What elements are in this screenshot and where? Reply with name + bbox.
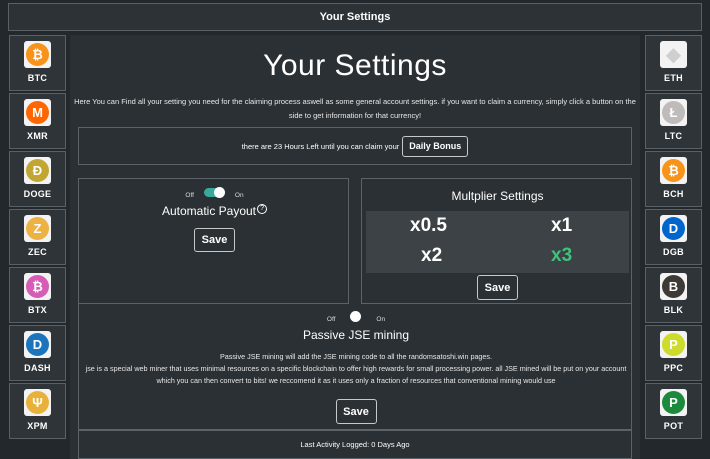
digibyte-icon: D bbox=[662, 217, 685, 240]
multiplier-option[interactable]: x0.5 bbox=[410, 215, 447, 237]
dogecoin-icon: Ð bbox=[26, 159, 49, 182]
coin-label: XMR bbox=[27, 131, 48, 141]
page-title: Your Settings bbox=[263, 49, 447, 82]
jse-on-label: On bbox=[376, 316, 386, 323]
question-circle-icon[interactable]: ? bbox=[257, 204, 268, 214]
coin-label: DOGE bbox=[23, 189, 52, 199]
jse-save-button[interactable]: Save bbox=[335, 399, 377, 424]
multiplier-option[interactable]: x3 bbox=[551, 245, 572, 267]
litecoin-icon: Ł bbox=[662, 101, 685, 124]
coin-button-xpm[interactable]: Ψ XPM bbox=[9, 383, 66, 439]
primecoin-icon: Ψ bbox=[26, 391, 49, 414]
left-coin-sidebar: ₿ BTC M XMR Ð DOGE Z ZEC ₿ BTX D DASH Ψ XPM bbox=[9, 35, 66, 441]
coin-button-dgb[interactable]: D DGB bbox=[645, 209, 702, 265]
multiplier-settings-box: Multplier Settings x0.5 x1 x2 x3 Save bbox=[361, 178, 632, 304]
coin-button-zec[interactable]: Z ZEC bbox=[9, 209, 66, 265]
multiplier-option[interactable]: x1 bbox=[551, 215, 572, 237]
coin-label: DGB bbox=[663, 247, 684, 257]
intro-text: Here You can Find all your setting you n… bbox=[74, 97, 636, 120]
coin-button-dash[interactable]: D DASH bbox=[9, 325, 66, 381]
coin-button-bch[interactable]: ₿ BCH bbox=[645, 151, 702, 207]
multiplier-options: x0.5 x1 x2 x3 bbox=[366, 211, 629, 273]
coin-label: BTC bbox=[27, 73, 48, 83]
peercoin-icon: P bbox=[662, 333, 685, 356]
coin-button-doge[interactable]: Ð DOGE bbox=[9, 151, 66, 207]
multiplier-save-button[interactable]: Save bbox=[477, 275, 518, 300]
blackcoin-icon: B bbox=[662, 275, 685, 298]
coin-label: XPM bbox=[27, 421, 48, 431]
jse-description-line2: jse is a special web miner that uses min… bbox=[85, 364, 627, 385]
coin-button-btx[interactable]: ₿ BTX bbox=[9, 267, 66, 323]
coin-label: ZEC bbox=[28, 247, 47, 257]
coin-label: POT bbox=[663, 421, 684, 431]
payout-save-button[interactable]: Save bbox=[194, 228, 235, 252]
coin-button-xmr[interactable]: M XMR bbox=[9, 93, 66, 149]
bitcoin-cash-icon: ₿ bbox=[662, 159, 685, 182]
payout-off-label: Off bbox=[185, 192, 194, 199]
monero-icon: M bbox=[26, 101, 49, 124]
zcash-icon: Z bbox=[26, 217, 49, 240]
bonus-countdown-text: there are 23 Hours Left until you can cl… bbox=[241, 141, 400, 151]
bitcore-icon: ₿ bbox=[26, 275, 49, 298]
jse-title: Passive JSE mining bbox=[302, 328, 410, 342]
bitcoin-icon: ₿ bbox=[26, 43, 49, 66]
coin-label: ETH bbox=[664, 73, 683, 83]
daily-bonus-button[interactable]: Daily Bonus bbox=[402, 135, 469, 157]
automatic-payout-box: Off On Automatic Payout? Save bbox=[78, 178, 349, 304]
coin-label: DASH bbox=[24, 363, 51, 373]
payout-on-label: On bbox=[234, 192, 244, 199]
jse-off-label: Off bbox=[326, 316, 336, 323]
payout-toggle[interactable] bbox=[204, 187, 226, 199]
multiplier-option[interactable]: x2 bbox=[421, 245, 442, 267]
top-bar: Your Settings bbox=[8, 3, 702, 31]
right-coin-sidebar: ◆ ETH Ł LTC ₿ BCH D DGB B BLK P PPC P POT bbox=[645, 35, 702, 441]
coin-button-btc[interactable]: ₿ BTC bbox=[9, 35, 66, 91]
multiplier-title: Multplier Settings bbox=[451, 189, 544, 203]
settings-panel: Your Settings Here You can Find all your… bbox=[70, 35, 640, 459]
coin-label: BLK bbox=[663, 305, 684, 315]
activity-footer: Last Activity Logged: 0 Days Ago bbox=[78, 430, 632, 459]
coin-button-pot[interactable]: P POT bbox=[645, 383, 702, 439]
coin-label: LTC bbox=[664, 131, 683, 141]
coin-button-ppc[interactable]: P PPC bbox=[645, 325, 702, 381]
jse-description-line1: Passive JSE mining will add the JSE mini… bbox=[219, 352, 493, 361]
last-activity-text: Last Activity Logged: 0 Days Ago bbox=[300, 440, 410, 449]
potcoin-icon: P bbox=[662, 391, 685, 414]
jse-mining-box: Off On Passive JSE mining Passive JSE mi… bbox=[78, 304, 632, 430]
coin-button-blk[interactable]: B BLK bbox=[645, 267, 702, 323]
coin-button-ltc[interactable]: Ł LTC bbox=[645, 93, 702, 149]
coin-label: PPC bbox=[663, 363, 684, 373]
coin-button-eth[interactable]: ◆ ETH bbox=[645, 35, 702, 91]
jse-toggle[interactable] bbox=[346, 311, 366, 323]
coin-label: BTX bbox=[28, 305, 47, 315]
coin-label: BCH bbox=[663, 189, 684, 199]
daily-bonus-box: there are 23 Hours Left until you can cl… bbox=[78, 127, 632, 165]
dash-icon: D bbox=[26, 333, 49, 356]
payout-title: Automatic Payout bbox=[161, 204, 257, 218]
ethereum-icon: ◆ bbox=[665, 44, 682, 66]
header-title: Your Settings bbox=[319, 11, 391, 23]
